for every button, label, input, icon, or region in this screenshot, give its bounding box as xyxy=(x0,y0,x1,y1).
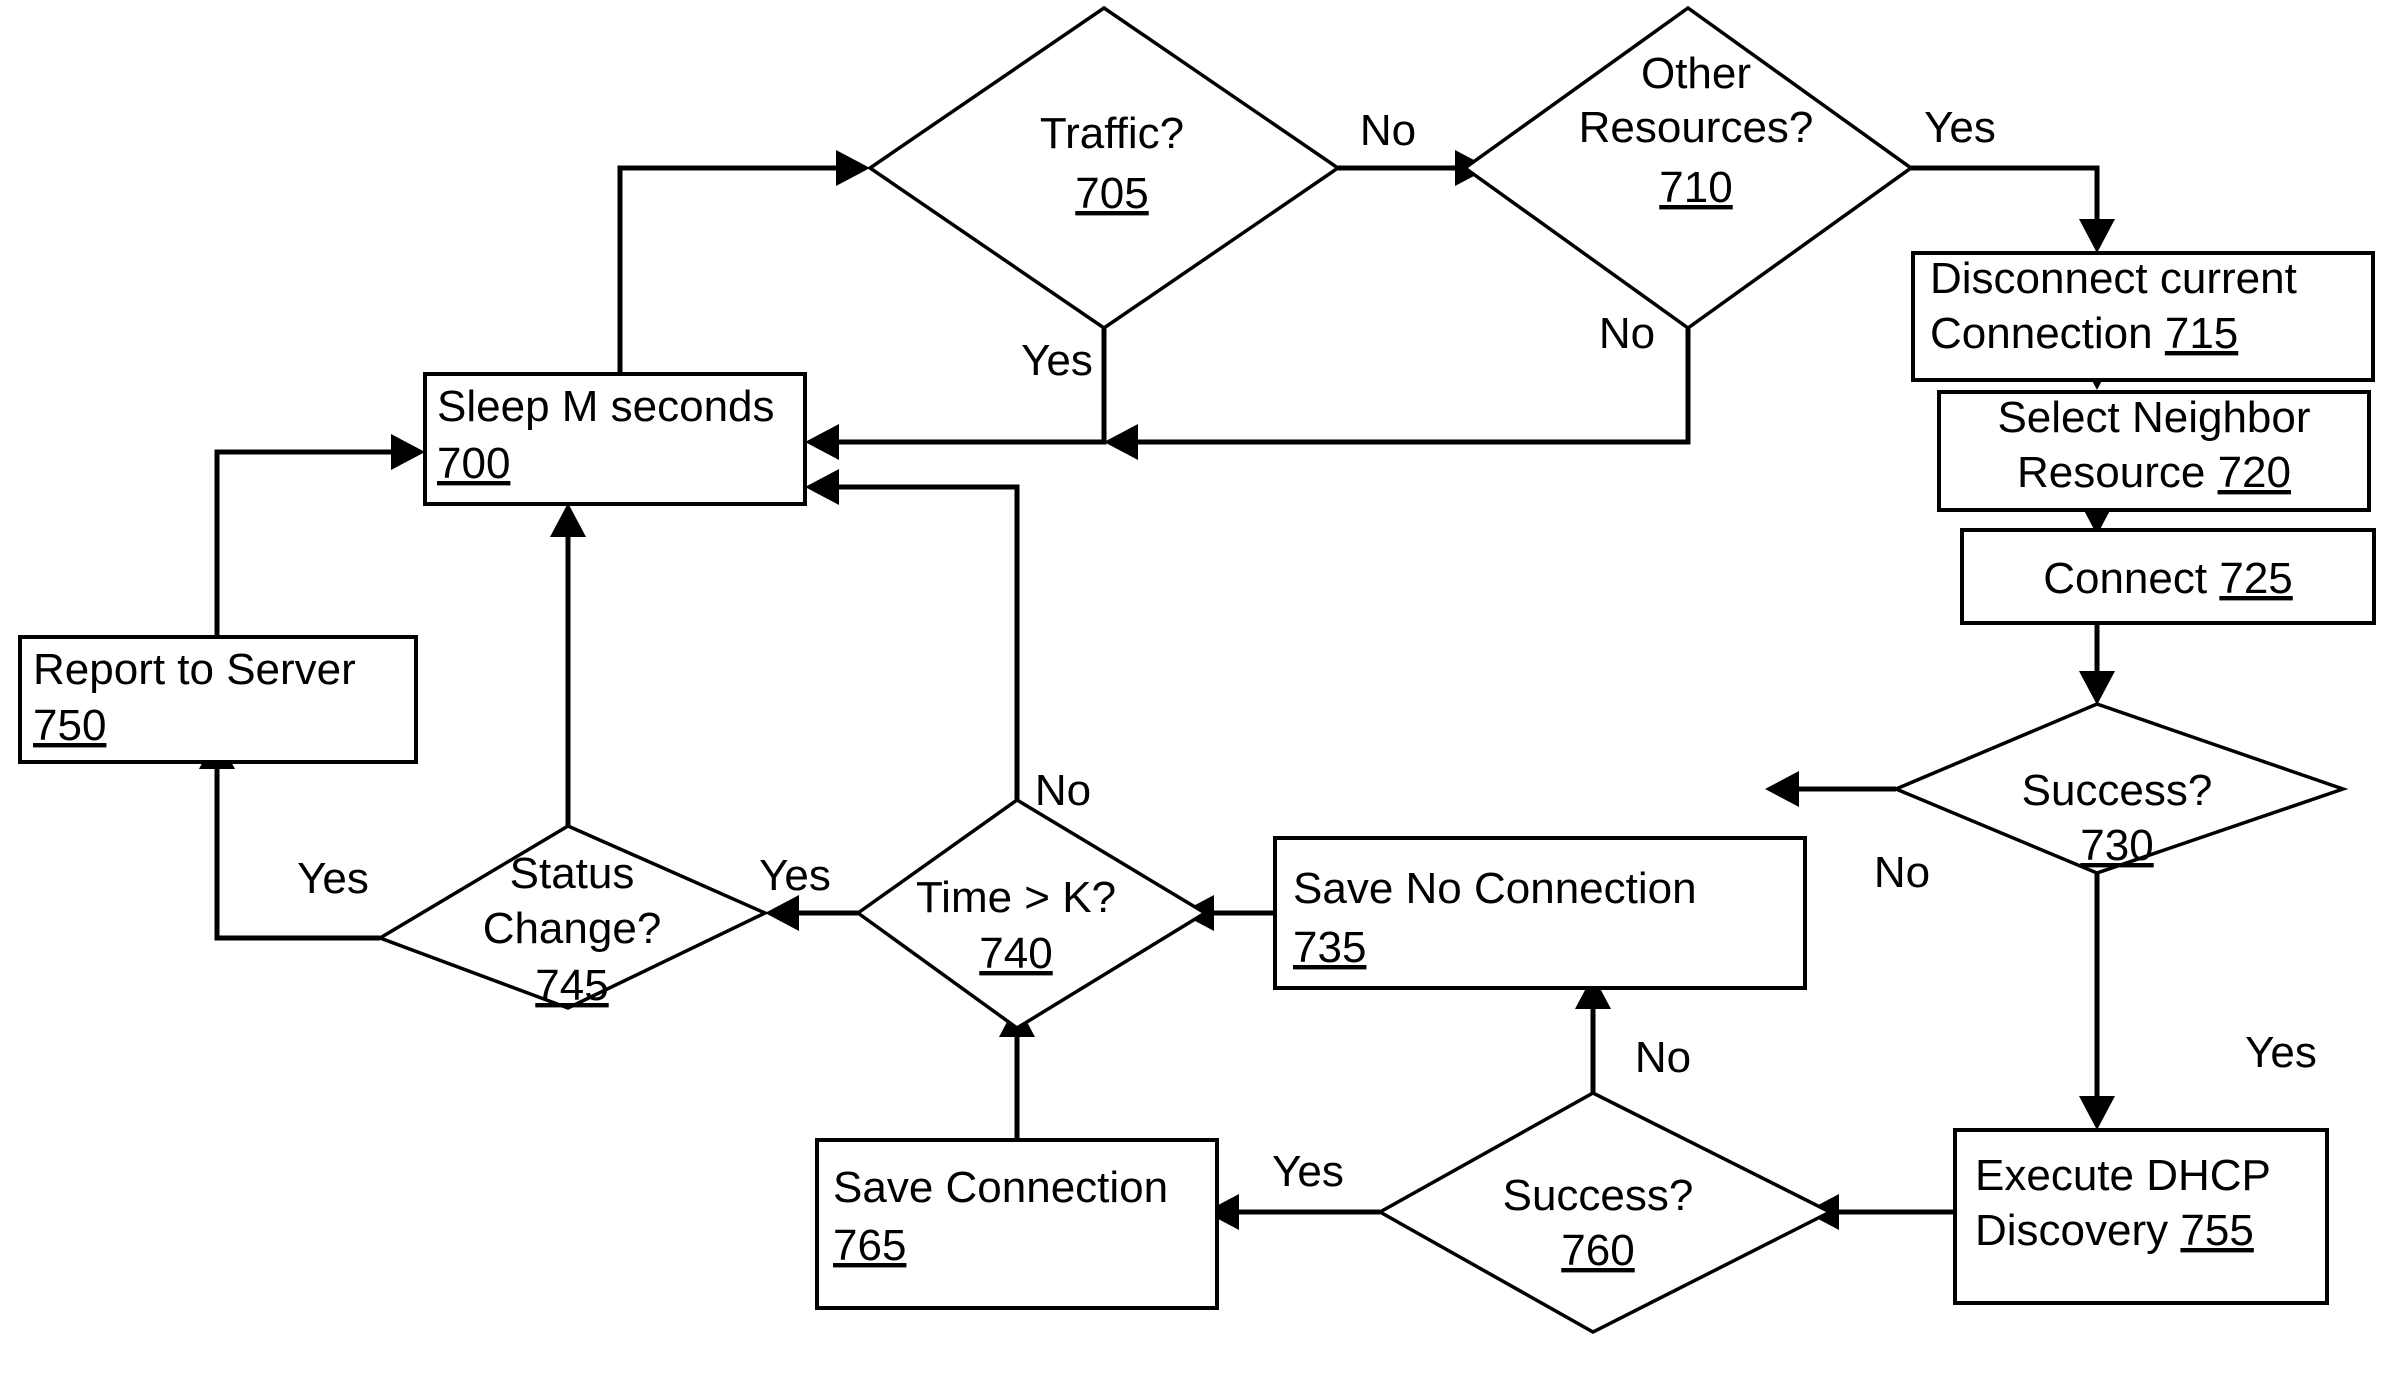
edge-745-to-750 xyxy=(199,735,380,941)
edge-label-status-change-yes: Yes xyxy=(297,854,369,903)
edge-label-traffic-no: No xyxy=(1360,106,1416,155)
node-745-ref: 745 xyxy=(535,961,608,1010)
edge-700-to-705 xyxy=(617,150,870,374)
node-750-ref: 750 xyxy=(33,701,106,750)
node-select-neighbor-resource-720[interactable]: Select Neighbor Resource 720 xyxy=(1937,390,2371,512)
edge-745-to-700 xyxy=(550,503,586,826)
node-save-no-connection-735[interactable]: Save No Connection 735 xyxy=(1273,836,1807,990)
node-status-change-745[interactable]: Status Change? 745 xyxy=(375,824,770,1010)
node-execute-dhcp-discovery-755[interactable]: Execute DHCP Discovery 755 xyxy=(1953,1128,2329,1305)
node-740-ref: 740 xyxy=(979,929,1052,978)
edge-label-success760-yes: Yes xyxy=(1272,1147,1344,1196)
node-755-label-line1: Execute DHCP xyxy=(1975,1151,2271,1200)
edge-760-to-765 xyxy=(1205,1194,1380,1230)
edge-label-timek-yes: Yes xyxy=(759,851,831,900)
edge-label-other-resources-no: No xyxy=(1599,309,1655,358)
node-720-label-line2-group: Resource 720 xyxy=(2017,448,2291,497)
node-765-label: Save Connection xyxy=(833,1163,1168,1212)
node-705-ref: 705 xyxy=(1075,169,1148,218)
node-760-ref: 760 xyxy=(1561,1226,1634,1275)
node-760-label: Success? xyxy=(1503,1171,1694,1220)
node-other-resources-710[interactable]: Other Resources? 710 xyxy=(1461,5,1915,331)
edge-730-to-755 xyxy=(2079,873,2115,1130)
edge-750-to-700 xyxy=(214,434,425,637)
node-disconnect-current-connection-715[interactable]: Disconnect current Connection 715 xyxy=(1911,251,2375,382)
node-700-ref: 700 xyxy=(437,439,510,488)
node-710-label-line1: Other xyxy=(1641,49,1751,98)
node-720-label-line1: Select Neighbor xyxy=(1997,393,2310,442)
edge-label-success730-no: No xyxy=(1874,848,1930,897)
node-save-connection-765[interactable]: Save Connection 765 xyxy=(815,1138,1219,1310)
edge-730-to-735 xyxy=(1765,771,1896,807)
node-report-to-server-750[interactable]: Report to Server 750 xyxy=(18,635,418,764)
node-740-label: Time > K? xyxy=(916,873,1116,922)
edge-760-to-735 xyxy=(1575,975,1611,1093)
node-725-label-group: Connect 725 xyxy=(2043,554,2293,603)
edges-layer: Other Resources? 710 --> Disconnect 715 … xyxy=(199,150,2115,1230)
edge-725-to-730 xyxy=(2079,622,2115,705)
edge-label-success730-yes: Yes xyxy=(2245,1028,2317,1077)
node-700-label: Sleep M seconds xyxy=(437,382,775,431)
node-730-label: Success? xyxy=(2022,766,2213,815)
edge-label-timek-no: No xyxy=(1035,766,1091,815)
edge-label-success760-no: No xyxy=(1635,1033,1691,1082)
node-730-ref: 730 xyxy=(2080,821,2153,870)
node-715-label-line1: Disconnect current xyxy=(1930,254,2297,303)
flowchart-svg: Other Resources? 710 --> Disconnect 715 … xyxy=(18,5,2376,1334)
node-745-label-line2: Change? xyxy=(483,904,662,953)
node-705-label: Traffic? xyxy=(1040,109,1184,158)
node-710-ref: 710 xyxy=(1659,163,1732,212)
node-connect-725[interactable]: Connect 725 xyxy=(1960,528,2376,625)
nodes-layer: Traffic? 705 Other Resources? 710 Discon… xyxy=(18,5,2376,1334)
edge-740-to-745 xyxy=(765,895,858,931)
node-traffic-705[interactable]: Traffic? 705 xyxy=(866,5,1342,331)
edge-label-traffic-yes: Yes xyxy=(1021,336,1093,385)
node-success-760[interactable]: Success? 760 xyxy=(1376,1091,1834,1334)
edge-label-other-resources-yes: Yes xyxy=(1924,103,1996,152)
node-710-label-line2: Resources? xyxy=(1579,103,1814,152)
node-765-ref: 765 xyxy=(833,1221,906,1270)
edge-740-to-700 xyxy=(805,469,1020,800)
node-time-greater-k-740[interactable]: Time > K? 740 xyxy=(854,797,1209,1031)
node-745-label-line1: Status xyxy=(510,849,635,898)
node-755-label-line2-group: Discovery 755 xyxy=(1975,1206,2254,1255)
node-715-label-line2-group: Connection 715 xyxy=(1930,309,2238,358)
flowchart-canvas: Other Resources? 710 --> Disconnect 715 … xyxy=(0,0,2406,1379)
node-sleep-m-seconds-700[interactable]: Sleep M seconds 700 xyxy=(423,372,807,506)
edge-710-to-715 xyxy=(1911,165,2115,253)
node-735-ref: 735 xyxy=(1293,923,1366,972)
node-735-label: Save No Connection xyxy=(1293,864,1697,913)
node-success-730[interactable]: Success? 730 xyxy=(1891,702,2349,875)
node-750-label: Report to Server xyxy=(33,645,356,694)
